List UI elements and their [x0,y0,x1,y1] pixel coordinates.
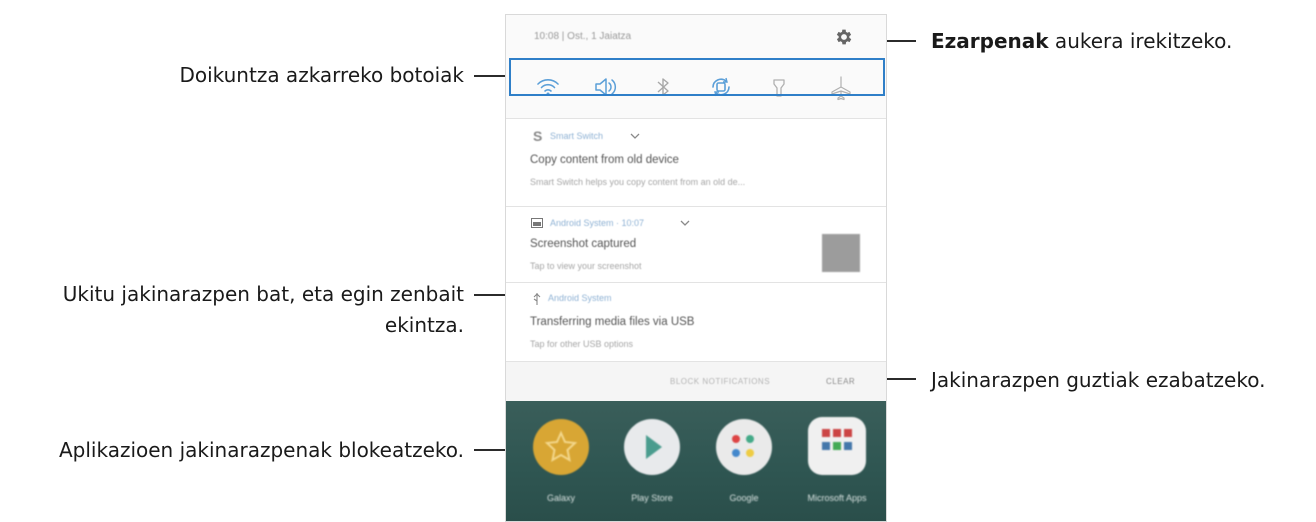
chevron-down-icon[interactable] [680,219,690,227]
app-icon-galaxy[interactable] [533,419,589,475]
star-icon [544,430,578,462]
smart-switch-icon: S [533,128,543,144]
usb-icon [533,293,541,305]
callout-notification-line2: ekintza. [384,313,464,337]
microsoft-folder-icon [822,429,852,450]
notification-title: Transferring media files via USB [530,316,695,328]
gear-icon[interactable] [834,27,854,47]
notification-card-usb[interactable]: Android System Transferring media files … [506,282,886,361]
notification-body: Tap to view your screenshot [530,261,642,271]
notification-body: Smart Switch helps you copy content from… [530,177,746,187]
image-icon [531,218,543,228]
notification-card-smart-switch[interactable]: S Smart Switch Copy content from old dev… [506,118,886,206]
app-label: Microsoft Apps [807,493,867,503]
chevron-down-icon[interactable] [630,132,640,140]
app-icon-google[interactable] [716,419,772,475]
callout-settings-bold: Ezarpenak [931,29,1049,53]
notification-body: Tap for other USB options [530,339,634,349]
notification-card-screenshot[interactable]: Android System · 10:07 Screenshot captur… [506,206,886,282]
notification-title: Screenshot captured [530,238,637,250]
notification-actions-row: BLOCK NOTIFICATIONS CLEAR [506,361,886,401]
block-notifications-button[interactable]: BLOCK NOTIFICATIONS [670,377,770,386]
callout-block: Aplikazioen jakinarazpenak blokeatzeko. [58,438,464,462]
clear-button[interactable]: CLEAR [826,377,855,386]
app-icon-play-store[interactable] [624,419,680,475]
callout-settings: Ezarpenak aukera irekitzeko. [931,28,1232,55]
app-icon-microsoft-apps[interactable] [808,417,866,475]
callout-clear-all: Jakinarazpen guztiak ezabatzeko. [931,368,1266,392]
leader-line-quick-settings [474,75,507,77]
app-label: Galaxy [546,493,575,503]
status-time-date: 10:08 | Ost., 1 Jaiatza [534,31,632,42]
app-label: Google [729,493,759,503]
status-row: 10:08 | Ost., 1 Jaiatza [506,15,886,60]
notification-app-name: Android System [548,293,612,303]
notification-app-name: Android System · 10:07 [550,218,645,228]
notification-title: Copy content from old device [530,154,679,166]
app-label: Play Store [631,493,673,503]
callout-notification-line1: Ukitu jakinarazpen bat, eta egin zenbait [62,282,464,306]
quick-settings-highlight [509,58,885,96]
screenshot-thumbnail[interactable] [822,234,860,272]
callout-quick-settings: Doikuntza azkarreko botoiak [179,63,464,87]
home-screen-background: Galaxy Play Store Google Microsoft Apps [506,401,886,521]
play-icon [646,435,662,459]
google-folder-icon [732,435,754,457]
callout-settings-rest: aukera irekitzeko. [1048,29,1233,53]
notification-app-name: Smart Switch [550,131,604,141]
notification-panel: 10:08 | Ost., 1 Jaiatza S Smart Switch C… [505,14,887,522]
